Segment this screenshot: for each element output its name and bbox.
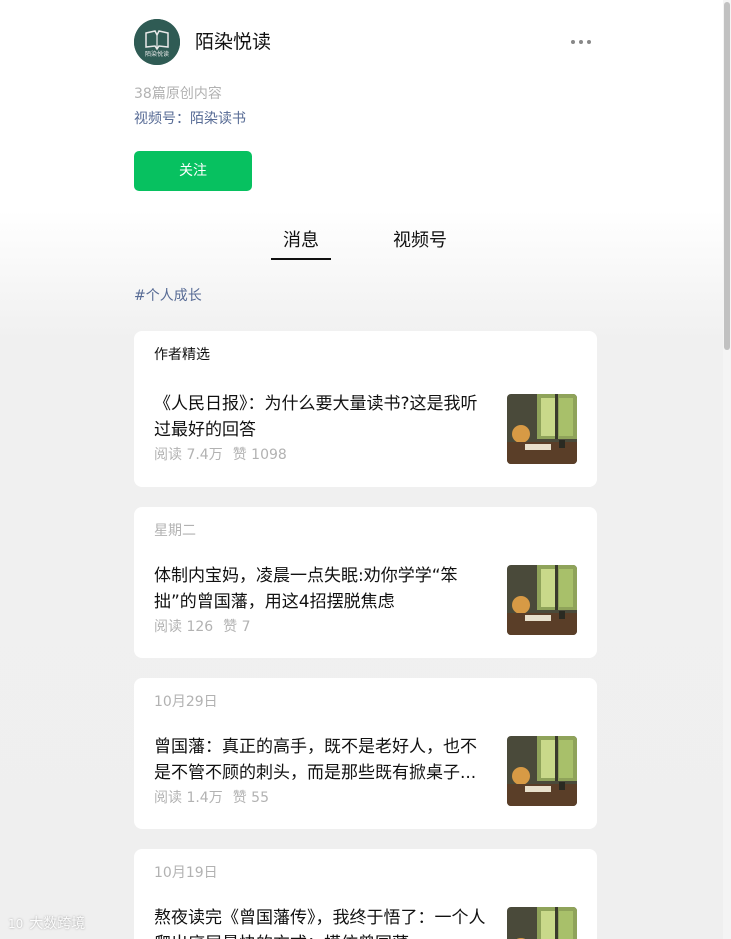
article-thumbnail[interactable] [507, 565, 577, 635]
article-stats: 阅读 126 赞 7 [154, 617, 251, 637]
tab-bar: 消息 视频号 [134, 227, 597, 263]
reading-desk-image [507, 394, 577, 464]
read-count: 阅读 7.4万 [154, 447, 223, 463]
tab-video-label: 视频号 [393, 230, 447, 251]
tab-messages-label: 消息 [283, 230, 319, 251]
card-date-label: 星期二 [154, 523, 196, 539]
original-count: 38篇原创内容 [134, 86, 222, 102]
read-count: 阅读 1.4万 [154, 790, 223, 806]
account-name: 陌染悦读 [195, 31, 272, 53]
article-card[interactable]: 星期二 体制内宝妈，凌晨一点失眠:劝你学学“笨拙”的曾国藩，用这4招摆脱焦虑 阅… [134, 507, 597, 658]
article-thumbnail[interactable] [507, 907, 577, 939]
reading-desk-image [507, 907, 577, 939]
article-title[interactable]: 曾国藩：真正的高手，既不是老好人，也不是不管不顾的刺头，而是那些既有掀桌子... [154, 734, 490, 786]
active-tab-indicator [271, 258, 331, 260]
card-date-label: 10月29日 [154, 694, 218, 710]
article-title[interactable]: 体制内宝妈，凌晨一点失眠:劝你学学“笨拙”的曾国藩，用这4招摆脱焦虑 [154, 563, 490, 615]
article-stats: 阅读 1.4万赞 55 [154, 788, 269, 808]
article-thumbnail[interactable] [507, 394, 577, 464]
more-dots-icon [571, 40, 575, 44]
read-count: 阅读 126 [154, 619, 214, 635]
like-count: 赞 1098 [232, 447, 287, 463]
channel-link[interactable]: 视频号：陌染读书 [134, 109, 246, 129]
like-count: 赞 55 [232, 790, 269, 806]
avatar-text: 陌染悦读 [145, 50, 169, 58]
watermark-text: 大数跨境 [29, 916, 86, 932]
book-logo-icon: 陌染悦读 [134, 19, 180, 65]
like-count: 赞 7 [223, 619, 251, 635]
follow-button[interactable]: 关注 [134, 151, 252, 191]
channel-name: 陌染读书 [190, 111, 246, 127]
article-card[interactable]: 10月29日 曾国藩：真正的高手，既不是老好人，也不是不管不顾的刺头，而是那些既… [134, 678, 597, 829]
watermark: 10 大数跨境 [8, 914, 85, 934]
tab-messages[interactable]: 消息 [271, 227, 331, 260]
watermark-logo: 10 [8, 917, 24, 931]
article-card[interactable]: 作者精选 《人民日报》：为什么要大量读书?这是我听过最好的回答 阅读 7.4万赞… [134, 331, 597, 487]
article-title[interactable]: 熬夜读完《曾国藩传》，我终于悟了：一个人爬出底层最快的方式：模仿曾国藩 [154, 905, 490, 939]
article-thumbnail[interactable] [507, 736, 577, 806]
profile-header: 陌染悦读 陌染悦读 [134, 19, 597, 65]
hashtag-link[interactable]: #个人成长 [134, 286, 202, 306]
avatar[interactable]: 陌染悦读 [134, 19, 180, 65]
reading-desk-image [507, 565, 577, 635]
scrollbar-thumb[interactable] [724, 2, 730, 350]
tab-video-channel[interactable]: 视频号 [380, 227, 460, 255]
card-section-label: 作者精选 [154, 347, 210, 363]
article-title[interactable]: 《人民日报》：为什么要大量读书?这是我听过最好的回答 [154, 391, 490, 443]
reading-desk-image [507, 736, 577, 806]
article-stats: 阅读 7.4万赞 1098 [154, 445, 287, 465]
channel-prefix: 视频号： [134, 111, 190, 127]
article-card[interactable]: 10月19日 熬夜读完《曾国藩传》，我终于悟了：一个人爬出底层最快的方式：模仿曾… [134, 849, 597, 939]
vertical-scrollbar[interactable] [723, 0, 731, 939]
more-button[interactable] [569, 33, 595, 51]
card-date-label: 10月19日 [154, 865, 218, 881]
